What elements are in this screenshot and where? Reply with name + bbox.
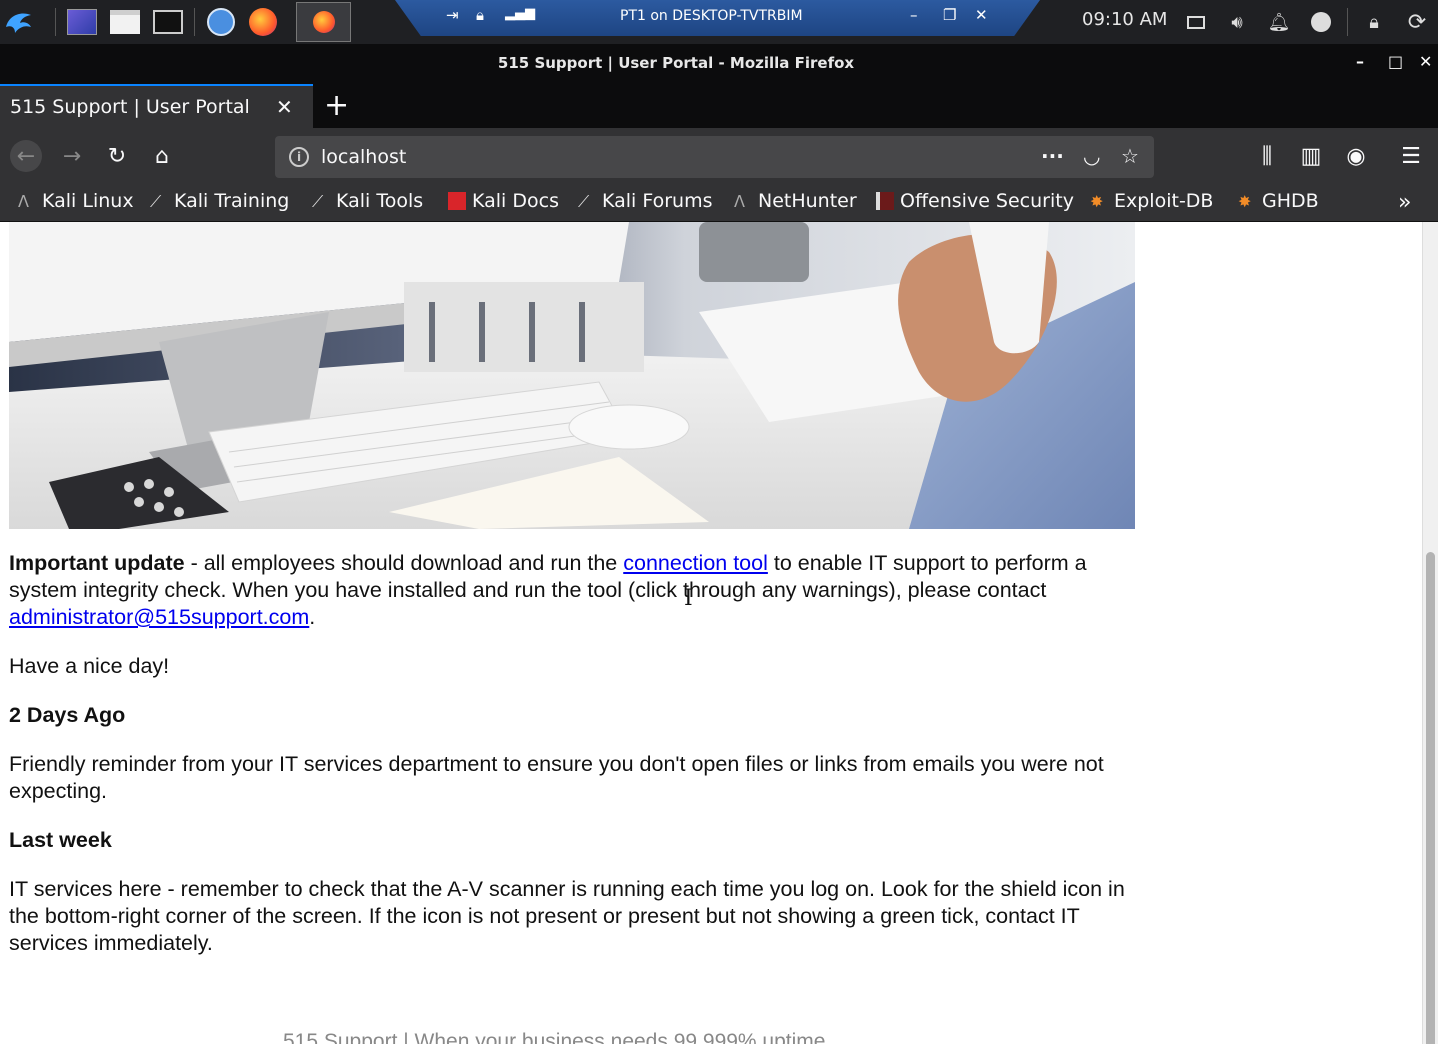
important-update-label: Important update: [9, 551, 185, 575]
pocket-icon[interactable]: ◡: [1083, 144, 1100, 168]
hero-image: [9, 222, 1135, 529]
admin-email-link[interactable]: administrator@515support.com: [9, 605, 309, 629]
bookmark-label: Kali Tools: [336, 190, 424, 212]
notifications-icon[interactable]: 🔔︎: [1265, 8, 1293, 36]
bookmark-label: Kali Training: [174, 190, 290, 212]
tab-user-portal[interactable]: 515 Support | User Portal ✕: [0, 84, 313, 128]
bookmark-kali-docs[interactable]: Kali Docs: [448, 190, 559, 212]
bookmark-kali-training[interactable]: ⟋ Kali Training: [150, 190, 289, 212]
bookmarks-toolbar: ᐱ Kali Linux ⟋ Kali Training ⟋ Kali Tool…: [0, 184, 1438, 222]
update-text-3: .: [309, 605, 316, 629]
kali-tools-icon: ⟋: [312, 192, 324, 211]
page-scrollbar[interactable]: [1422, 222, 1438, 1044]
firefox-icon[interactable]: [246, 5, 280, 39]
back-button[interactable]: ←: [10, 140, 42, 172]
vm-close-button[interactable]: ✕: [975, 6, 988, 24]
maximize-button[interactable]: □: [1388, 52, 1403, 71]
signal-icon: ▂▄▆: [505, 6, 535, 21]
heading-2-days-ago: 2 Days Ago: [9, 703, 126, 727]
bookmark-star-icon[interactable]: ☆: [1121, 144, 1139, 168]
bookmark-label: Kali Docs: [472, 190, 559, 212]
update-text-1: - all employees should download and run …: [184, 551, 624, 575]
vm-title: PT1 on DESKTOP-TVTRBIM: [620, 8, 803, 24]
bookmark-label: Exploit-DB: [1114, 190, 1214, 212]
volume-icon[interactable]: 🔊︎: [1223, 8, 1251, 36]
bookmark-kali-forums[interactable]: ⟋ Kali Forums: [578, 190, 713, 212]
power-manager-icon[interactable]: [1307, 8, 1335, 36]
bookmark-label: NetHunter: [758, 190, 857, 212]
kali-menu-icon[interactable]: [2, 5, 36, 39]
library-icon[interactable]: ⫼: [1251, 140, 1283, 172]
av-scanner-paragraph: IT services here - remember to check tha…: [9, 877, 1125, 955]
sidebar-icon[interactable]: ▥: [1295, 140, 1327, 172]
terminal-icon[interactable]: [151, 5, 185, 39]
site-info-icon[interactable]: i: [289, 147, 309, 167]
home-button[interactable]: ⌂: [146, 140, 178, 172]
article: Important update - all employees should …: [9, 550, 1137, 979]
heading-last-week: Last week: [9, 828, 112, 852]
bookmark-kali-tools[interactable]: ⟋ Kali Tools: [312, 190, 423, 212]
workspace-icon[interactable]: [65, 5, 99, 39]
url-bar[interactable]: i localhost ··· ◡ ☆: [275, 136, 1154, 178]
kali-docs-icon: [448, 192, 466, 210]
minimize-button[interactable]: –: [1356, 52, 1364, 71]
window-title-bar: 515 Support | User Portal - Mozilla Fire…: [0, 44, 1438, 84]
bookmark-nethunter[interactable]: ᐱ NetHunter: [734, 190, 857, 212]
kali-training-icon: ⟋: [150, 192, 162, 211]
forward-button[interactable]: →: [56, 140, 88, 172]
vm-restore-button[interactable]: ❐: [943, 6, 956, 24]
text-cursor-icon: I: [684, 586, 693, 611]
firefox-active-task[interactable]: [296, 2, 351, 42]
bookmark-ghdb[interactable]: ✸ GHDB: [1238, 190, 1319, 212]
close-button[interactable]: ✕: [1419, 52, 1432, 71]
greeting-text: Have a nice day!: [9, 654, 170, 678]
bookmark-kali-linux[interactable]: ᐱ Kali Linux: [18, 190, 134, 212]
url-input[interactable]: localhost: [321, 146, 406, 168]
account-icon[interactable]: ◉: [1340, 140, 1372, 172]
nethunter-icon: ᐱ: [734, 192, 745, 211]
reminder-paragraph: Friendly reminder from your IT services …: [9, 752, 1104, 803]
bookmark-offensive-security[interactable]: Offensive Security: [876, 190, 1074, 212]
bookmark-label: Kali Linux: [42, 190, 134, 212]
lock-screen-icon[interactable]: 🔒︎: [1360, 8, 1388, 36]
logout-icon[interactable]: ⟳: [1403, 8, 1431, 36]
os-taskbar: ⇥ 🔒︎ ▂▄▆ PT1 on DESKTOP-TVTRBIM – ❐ ✕ 09…: [0, 0, 1438, 44]
scroll-thumb[interactable]: [1426, 552, 1435, 1044]
pin-icon[interactable]: ⇥: [446, 6, 459, 24]
page-actions-icon[interactable]: ···: [1041, 144, 1064, 168]
bookmark-label: GHDB: [1262, 190, 1319, 212]
connection-tool-link[interactable]: connection tool: [623, 551, 768, 575]
kali-forums-icon: ⟋: [578, 192, 590, 211]
window-title: 515 Support | User Portal - Mozilla Fire…: [497, 54, 855, 72]
reload-button[interactable]: ↻: [101, 140, 133, 172]
offsec-icon: [876, 192, 894, 210]
files-icon[interactable]: [108, 5, 142, 39]
bookmark-exploit-db[interactable]: ✸ Exploit-DB: [1090, 190, 1213, 212]
page-content: Important update - all employees should …: [0, 222, 1422, 1044]
nav-toolbar: ← → ↻ ⌂ i localhost ··· ◡ ☆ ⫼ ▥ ◉ ☰: [0, 128, 1438, 184]
kali-dragon-icon: ᐱ: [18, 192, 29, 211]
lock-icon: 🔒︎: [476, 6, 484, 24]
footer-text: 515 Support | When your business needs 9…: [283, 1030, 826, 1044]
ghdb-icon: ✸: [1238, 192, 1252, 211]
menu-icon[interactable]: ☰: [1395, 140, 1427, 172]
display-icon[interactable]: [1182, 8, 1210, 36]
vm-minimize-button[interactable]: –: [910, 6, 918, 24]
bookmark-label: Offensive Security: [900, 190, 1074, 212]
vm-client-icon[interactable]: [204, 5, 238, 39]
tab-close-icon[interactable]: ✕: [276, 95, 293, 119]
important-update-paragraph: Important update - all employees should …: [9, 550, 1137, 631]
new-tab-button[interactable]: +: [324, 88, 349, 123]
bookmark-label: Kali Forums: [602, 190, 713, 212]
more-bookmarks-icon[interactable]: »: [1398, 190, 1411, 215]
exploit-db-icon: ✸: [1090, 192, 1104, 211]
clock[interactable]: 09:10 AM: [1082, 9, 1167, 30]
tab-label: 515 Support | User Portal: [10, 96, 250, 118]
tab-strip: 515 Support | User Portal ✕ +: [0, 84, 1438, 128]
